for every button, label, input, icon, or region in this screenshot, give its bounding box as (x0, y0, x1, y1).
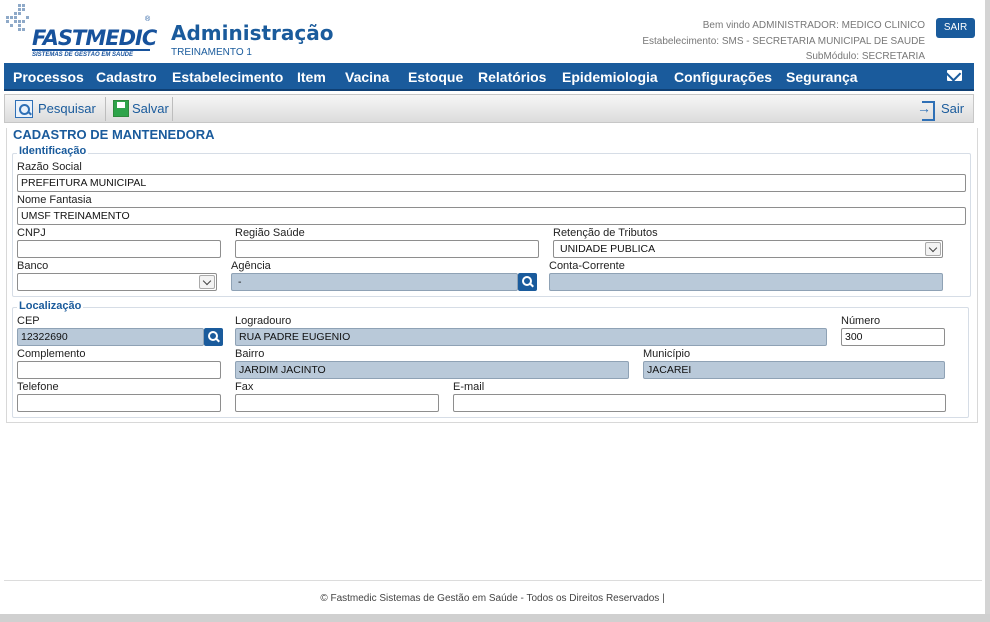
logout-button[interactable]: SAIR (936, 18, 975, 38)
cnpj-field[interactable] (17, 240, 221, 258)
localizacao-legend: Localização (17, 300, 84, 312)
cep-search-icon[interactable] (204, 328, 223, 346)
menu-seguranca[interactable]: Segurança (786, 69, 858, 85)
form-title: CADASTRO DE MANTENEDORA (13, 127, 215, 142)
exit-button[interactable]: Sair (917, 95, 965, 122)
fax-label: Fax (235, 381, 254, 393)
municipio-field[interactable]: JACAREI (643, 361, 945, 379)
save-button-label: Salvar (132, 101, 169, 116)
conta-corrente-label: Conta-Corrente (549, 260, 625, 272)
numero-label: Número (841, 315, 881, 327)
razao-social-label: Razão Social (17, 161, 82, 173)
search-button-label: Pesquisar (38, 101, 96, 116)
bairro-label: Bairro (235, 348, 265, 360)
retencao-tributos-value: UNIDADE PUBLICA (560, 243, 656, 255)
menu-estabelecimento[interactable]: Estabelecimento (172, 69, 283, 85)
chevron-down-icon[interactable] (925, 242, 941, 256)
logradouro-label: Logradouro (235, 315, 292, 327)
save-button[interactable]: Salvar (113, 95, 169, 122)
logo-text: FASTMEDIC (32, 26, 157, 50)
exit-button-label: Sair (941, 101, 965, 116)
conta-corrente-field[interactable] (549, 273, 943, 291)
nome-fantasia-field[interactable]: UMSF TREINAMENTO (17, 207, 966, 225)
numero-field[interactable]: 300 (841, 328, 945, 346)
menu-item[interactable]: Item (297, 69, 326, 85)
agencia-label: Agência (231, 260, 271, 272)
logo-underline (32, 49, 150, 51)
horizontal-scrollbar[interactable] (0, 614, 990, 622)
nome-fantasia-label: Nome Fantasia (17, 194, 92, 206)
telefone-field[interactable] (17, 394, 221, 412)
cnpj-label: CNPJ (17, 227, 46, 239)
logo-tagline: SISTEMAS DE GESTÃO EM SAÚDE (32, 52, 134, 58)
exit-icon (917, 100, 936, 121)
establishment-text: Estabelecimento: SMS - SECRETARIA MUNICI… (642, 35, 925, 47)
identificacao-legend: Identificação (17, 145, 89, 157)
regiao-saude-label: Região Saúde (235, 227, 305, 239)
user-info: Bem vindo ADMINISTRADOR: MEDICO CLINICO … (642, 18, 925, 65)
footer-divider (4, 580, 982, 581)
complemento-label: Complemento (17, 348, 86, 360)
bairro-field[interactable]: JARDIM JACINTO (235, 361, 629, 379)
email-field[interactable] (453, 394, 946, 412)
email-label: E-mail (453, 381, 485, 393)
page-title: Administração (171, 21, 334, 45)
razao-social-field[interactable]: PREFEITURA MUNICIPAL (17, 174, 966, 192)
scrollbar-track[interactable] (985, 0, 990, 622)
search-icon (15, 99, 33, 118)
logradouro-field[interactable]: RUA PADRE EUGENIO (235, 328, 827, 346)
welcome-text: Bem vindo ADMINISTRADOR: MEDICO CLINICO (702, 20, 925, 31)
agencia-search-icon[interactable] (518, 273, 537, 291)
municipio-label: Município (643, 348, 691, 360)
menu-configuracoes[interactable]: Configurações (674, 69, 772, 85)
banco-select[interactable] (17, 273, 217, 291)
banco-label: Banco (17, 260, 49, 272)
fax-field[interactable] (235, 394, 439, 412)
cep-field[interactable]: 12322690 (17, 328, 204, 346)
toolbar-divider (105, 97, 106, 121)
footer-copyright: © Fastmedic Sistemas de Gestão em Saúde … (320, 593, 665, 604)
menu-processos[interactable]: Processos (13, 69, 84, 85)
menu-relatorios[interactable]: Relatórios (478, 69, 546, 85)
menu-estoque[interactable]: Estoque (408, 69, 463, 85)
regiao-saude-field[interactable] (235, 240, 539, 258)
complemento-field[interactable] (17, 361, 221, 379)
toolbar: Pesquisar Salvar Sair (4, 94, 974, 123)
retencao-tributos-select[interactable]: UNIDADE PUBLICA (553, 240, 943, 258)
retencao-tributos-label: Retenção de Tributos (553, 227, 658, 239)
cep-label: CEP (17, 315, 40, 327)
fastmedic-logo: FASTMEDIC ® SISTEMAS DE GESTÃO EM SAÚDE (6, 4, 157, 60)
chevron-down-icon[interactable] (199, 275, 215, 289)
page-subtitle: TREINAMENTO 1 (171, 47, 252, 58)
menu-epidemiologia[interactable]: Epidemiologia (562, 69, 658, 85)
save-icon (113, 100, 129, 117)
search-button[interactable]: Pesquisar (15, 95, 96, 122)
envelope-icon[interactable] (947, 70, 962, 81)
menu-cadastro[interactable]: Cadastro (96, 69, 157, 85)
main-menu: Processos Cadastro Estabelecimento Item … (4, 63, 974, 91)
registered-mark: ® (145, 16, 151, 23)
telefone-label: Telefone (17, 381, 59, 393)
menu-vacina[interactable]: Vacina (345, 69, 389, 85)
toolbar-divider (172, 97, 173, 121)
agencia-field[interactable]: - (231, 273, 518, 291)
